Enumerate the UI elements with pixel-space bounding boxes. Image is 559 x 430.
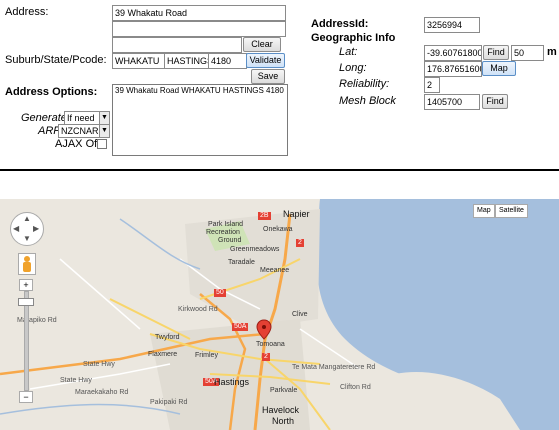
route-shield: 2 xyxy=(262,353,270,361)
place-label-north: North xyxy=(272,416,295,426)
place-label-meeanee: Meeanee xyxy=(260,267,290,274)
zoom-slider-track[interactable] xyxy=(24,291,29,391)
place-label-onekawa: Onekawa xyxy=(263,226,293,233)
road-label: Kirkwood Rd xyxy=(178,306,218,313)
address-line2-input[interactable] xyxy=(112,21,286,37)
lat-input[interactable]: -39.607618000 xyxy=(424,45,482,61)
place-label-ground: Ground xyxy=(218,237,242,244)
divider xyxy=(0,169,559,171)
road-label: Maraekakaho Rd xyxy=(75,389,129,396)
marker-dot xyxy=(262,325,266,329)
road-label: Clifton Rd xyxy=(340,384,371,391)
long-label: Long: xyxy=(339,62,367,74)
chevron-down-icon: ▼ xyxy=(99,125,109,137)
place-label-greenmeadows: Greenmeadows xyxy=(230,246,280,253)
place-label-recreation: Recreation xyxy=(206,229,240,236)
street-view-pegman-icon[interactable] xyxy=(18,253,36,275)
place-label-clive: Clive xyxy=(292,311,308,318)
road-label: State Hwy xyxy=(60,377,92,384)
state-input[interactable]: HASTINGS xyxy=(164,53,210,69)
generate-select[interactable]: If need ▼ xyxy=(64,111,110,125)
place-label-napier: Napier xyxy=(283,209,310,219)
place-label-frimley: Frimley xyxy=(195,352,218,359)
plus-icon: + xyxy=(23,280,29,290)
route-shield: 2 xyxy=(296,239,304,247)
pan-up-icon[interactable]: ▲ xyxy=(23,214,31,223)
map-button[interactable]: Map xyxy=(482,61,516,76)
address-line3-input[interactable] xyxy=(112,37,242,53)
address-options-list[interactable]: 39 Whakatu Road WHAKATU HASTINGS 4180 xyxy=(112,84,288,156)
zoom-out-button[interactable]: − xyxy=(19,391,33,403)
map-type-map-button[interactable]: Map xyxy=(473,204,495,218)
radius-input[interactable]: 50 xyxy=(511,45,544,61)
place-label-twyford: Twyford xyxy=(155,334,180,341)
place-label-tomoana: Tomoana xyxy=(256,341,285,348)
find-latlong-button[interactable]: Find xyxy=(483,45,509,60)
validate-button[interactable]: Validate xyxy=(246,53,285,68)
lat-label: Lat: xyxy=(339,46,358,58)
route-shield: 50A xyxy=(232,323,249,331)
address-id-label: AddressId: xyxy=(311,18,369,30)
generate-select-value: If need xyxy=(67,113,95,123)
route-shield: 50 xyxy=(214,289,226,297)
ajax-off-checkbox[interactable] xyxy=(97,139,107,149)
road xyxy=(59,258,141,330)
pan-left-icon[interactable]: ◀ xyxy=(13,224,19,233)
reliability-label: Reliability: xyxy=(339,78,390,90)
pegman-body xyxy=(23,262,31,272)
place-label-taradale: Taradale xyxy=(228,259,255,266)
mesh-block-input[interactable]: 1405700 xyxy=(424,94,480,110)
save-button[interactable]: Save xyxy=(251,69,285,84)
arf-select[interactable]: NZCNAR ▼ xyxy=(58,124,110,138)
suburb-label: Suburb/State/Pcode: xyxy=(5,54,107,66)
road xyxy=(109,298,191,340)
route-shield: 2B xyxy=(258,212,271,220)
map-view[interactable]: 2B 2 50 50A 50A 2 Napier Park Island Rec… xyxy=(0,199,559,430)
long-input[interactable]: 176.876516000 xyxy=(424,61,482,77)
suburb-input[interactable]: WHAKATU xyxy=(112,53,166,69)
find-meshblock-button[interactable]: Find xyxy=(482,94,508,109)
address-id-input[interactable]: 3256994 xyxy=(424,17,480,33)
mesh-block-label: Mesh Block xyxy=(339,95,396,107)
road-label: Pakipaki Rd xyxy=(150,399,188,406)
geographic-info-heading: Geographic Info xyxy=(311,32,396,44)
address-options-heading: Address Options: xyxy=(5,86,98,98)
ajax-off-label: AJAX Off: xyxy=(55,138,104,150)
minus-icon: − xyxy=(23,392,29,402)
chevron-down-icon: ▼ xyxy=(99,112,109,124)
address-line1-input[interactable]: 39 Whakatu Road xyxy=(112,5,286,21)
pan-down-icon[interactable]: ▼ xyxy=(23,234,31,243)
road-label: State Hwy xyxy=(83,361,115,368)
radius-unit: m xyxy=(547,46,557,58)
clear-button[interactable]: Clear xyxy=(243,37,281,52)
place-label-parkvale: Parkvale xyxy=(270,387,298,394)
zoom-slider-handle[interactable] xyxy=(18,298,34,306)
road-label: Marapiko Rd xyxy=(17,317,57,324)
zoom-in-button[interactable]: + xyxy=(19,279,33,291)
arf-select-value: NZCNAR xyxy=(61,126,99,136)
pan-control[interactable]: ▲ ▼ ◀ ▶ xyxy=(10,212,44,246)
reliability-input[interactable]: 2 xyxy=(424,77,440,93)
pan-right-icon[interactable]: ▶ xyxy=(33,224,39,233)
place-label-hastings: Hastings xyxy=(214,377,250,387)
road-label: Te Mata Mangateretere Rd xyxy=(292,364,376,371)
place-label-park-island: Park Island xyxy=(208,221,244,228)
place-label-havelock: Havelock xyxy=(262,405,300,415)
map-type-satellite-button[interactable]: Satellite xyxy=(495,204,528,218)
postcode-input[interactable]: 4180 xyxy=(208,53,247,69)
address-label: Address: xyxy=(5,6,49,18)
place-label-flaxmere: Flaxmere xyxy=(148,351,178,358)
